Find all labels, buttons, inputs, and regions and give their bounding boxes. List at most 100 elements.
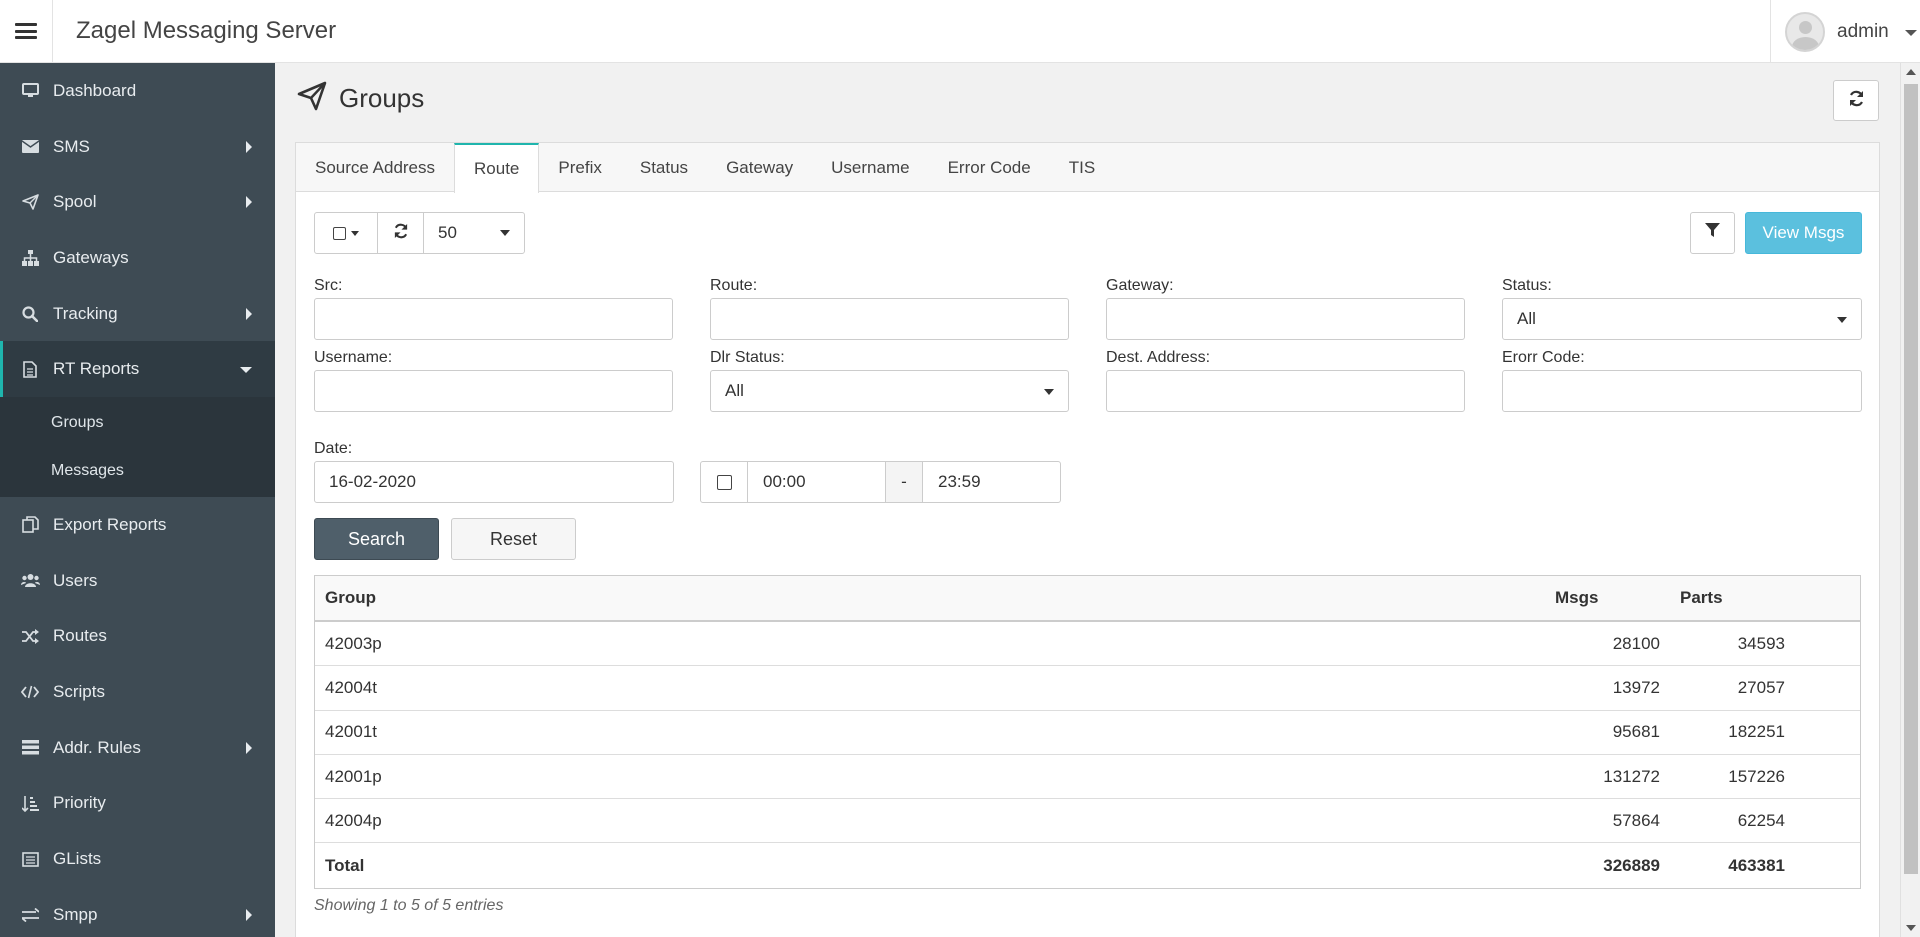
error-code-input[interactable] bbox=[1502, 370, 1862, 412]
gateway-input[interactable] bbox=[1106, 298, 1465, 340]
time-to-input[interactable]: 23:59 bbox=[923, 462, 1060, 502]
cell-total-label: Total bbox=[325, 855, 365, 875]
sidebar: Dashboard SMS Spool Gateways Tracking RT… bbox=[0, 63, 275, 937]
top-navbar: Zagel Messaging Server admin bbox=[0, 0, 1920, 63]
refresh-icon bbox=[1848, 90, 1865, 112]
page-size-select[interactable]: 50 bbox=[424, 213, 524, 253]
sidebar-item-label: Spool bbox=[53, 192, 97, 212]
column-header-msgs[interactable]: Msgs bbox=[1555, 588, 1680, 608]
date-input[interactable]: 16-02-2020 bbox=[314, 461, 674, 503]
sitemap-icon bbox=[20, 248, 40, 268]
username-input[interactable] bbox=[314, 370, 673, 412]
desktop-icon bbox=[20, 81, 40, 101]
chevron-right-icon bbox=[246, 307, 252, 320]
sidebar-item-gateways[interactable]: Gateways bbox=[0, 230, 275, 286]
sidebar-item-dashboard[interactable]: Dashboard bbox=[0, 63, 275, 119]
exchange-icon bbox=[20, 905, 40, 925]
sidebar-item-priority[interactable]: Priority bbox=[0, 776, 275, 832]
status-label: Status: bbox=[1502, 277, 1552, 294]
user-name: admin bbox=[1837, 20, 1889, 42]
cell-total-msgs: 326889 bbox=[1603, 855, 1660, 875]
cell-parts: 182251 bbox=[1728, 722, 1785, 742]
sidebar-item-spool[interactable]: Spool bbox=[0, 174, 275, 230]
view-msgs-button[interactable]: View Msgs bbox=[1745, 212, 1862, 254]
search-icon bbox=[20, 304, 40, 324]
tab-source-address[interactable]: Source Address bbox=[296, 143, 454, 192]
scroll-thumb[interactable] bbox=[1904, 84, 1918, 874]
cell-parts: 157226 bbox=[1728, 766, 1785, 786]
table-row[interactable]: 42001t 95681 182251 bbox=[315, 711, 1860, 755]
time-range-checkbox[interactable] bbox=[701, 462, 748, 502]
search-button[interactable]: Search bbox=[314, 518, 439, 560]
sidebar-item-label: RT Reports bbox=[53, 359, 140, 379]
time-from-input[interactable]: 00:00 bbox=[748, 462, 886, 502]
avatar bbox=[1785, 11, 1825, 52]
scroll-down-icon[interactable] bbox=[1906, 925, 1916, 931]
cell-group: 42004t bbox=[325, 677, 377, 697]
sidebar-item-tracking[interactable]: Tracking bbox=[0, 286, 275, 342]
main-content: Groups Source Address Route Prefix Statu… bbox=[275, 63, 1900, 937]
page-header: Groups bbox=[297, 81, 424, 116]
sort-amount-icon bbox=[20, 793, 40, 813]
user-menu[interactable]: admin bbox=[1770, 0, 1920, 63]
sidebar-item-label: Gateways bbox=[53, 247, 129, 267]
tab-route[interactable]: Route bbox=[454, 143, 540, 193]
table-row[interactable]: 42004p 57864 62254 bbox=[315, 799, 1860, 844]
column-header-group[interactable]: Group bbox=[315, 588, 1555, 608]
page-title: Groups bbox=[339, 83, 425, 113]
route-input[interactable] bbox=[710, 298, 1069, 340]
sidebar-item-addr-rules[interactable]: Addr. Rules bbox=[0, 720, 275, 776]
sidebar-subitem-messages[interactable]: Messages bbox=[0, 447, 275, 495]
refresh-button[interactable] bbox=[1833, 80, 1879, 121]
sidebar-item-label: Smpp bbox=[53, 904, 98, 924]
sidebar-item-routes[interactable]: Routes bbox=[0, 609, 275, 665]
code-icon bbox=[20, 682, 40, 702]
table-row[interactable]: 42003p 28100 34593 bbox=[315, 622, 1860, 667]
username-label: Username: bbox=[314, 349, 393, 366]
dlr-status-select[interactable]: All bbox=[710, 370, 1069, 412]
sidebar-item-glists[interactable]: GLists bbox=[0, 831, 275, 887]
sidebar-item-scripts[interactable]: Scripts bbox=[0, 664, 275, 720]
table-row[interactable]: 42001p 131272 157226 bbox=[315, 755, 1860, 800]
sidebar-item-rt-reports[interactable]: RT Reports bbox=[0, 341, 275, 398]
sidebar-item-label: GLists bbox=[53, 849, 102, 869]
reset-button[interactable]: Reset bbox=[451, 518, 576, 560]
tab-status[interactable]: Status bbox=[621, 143, 707, 192]
sidebar-item-label: Scripts bbox=[53, 682, 105, 702]
gateway-label: Gateway: bbox=[1106, 277, 1174, 294]
column-header-parts[interactable]: Parts bbox=[1680, 588, 1805, 608]
sidebar-item-users[interactable]: Users bbox=[0, 553, 275, 609]
sidebar-item-sms[interactable]: SMS bbox=[0, 119, 275, 175]
dest-address-input[interactable] bbox=[1106, 370, 1465, 412]
dest-address-label: Dest. Address: bbox=[1106, 349, 1211, 366]
tab-username[interactable]: Username bbox=[812, 143, 928, 192]
tab-error-code[interactable]: Error Code bbox=[929, 143, 1050, 192]
chevron-right-icon bbox=[246, 908, 252, 921]
page-size-value: 50 bbox=[438, 223, 457, 242]
sidebar-item-label: Tracking bbox=[53, 303, 118, 323]
sidebar-item-export-reports[interactable]: Export Reports bbox=[0, 497, 275, 553]
tab-tis[interactable]: TIS bbox=[1050, 143, 1114, 192]
filter-button[interactable] bbox=[1690, 212, 1735, 254]
select-all-dropdown[interactable] bbox=[315, 213, 378, 253]
random-icon bbox=[20, 626, 40, 646]
page-scrollbar[interactable] bbox=[1900, 63, 1920, 937]
cell-group: 42004p bbox=[325, 810, 382, 830]
list-icon bbox=[20, 738, 40, 758]
cell-group: 42001t bbox=[325, 722, 377, 742]
cell-msgs: 95681 bbox=[1612, 722, 1660, 742]
table-row[interactable]: 42004t 13972 27057 bbox=[315, 666, 1860, 711]
status-select[interactable]: All bbox=[1502, 298, 1862, 340]
table-header: Group Msgs Parts bbox=[315, 576, 1860, 622]
reload-table-button[interactable] bbox=[378, 213, 424, 253]
cell-msgs: 28100 bbox=[1612, 633, 1660, 653]
src-input[interactable] bbox=[314, 298, 673, 340]
sidebar-item-label: Export Reports bbox=[53, 514, 167, 534]
scroll-up-icon[interactable] bbox=[1906, 69, 1916, 75]
sidebar-toggle-button[interactable] bbox=[0, 0, 53, 63]
tab-gateway[interactable]: Gateway bbox=[707, 143, 812, 192]
filter-icon bbox=[1705, 223, 1720, 243]
sidebar-item-smpp[interactable]: Smpp bbox=[0, 887, 275, 937]
sidebar-subitem-groups[interactable]: Groups bbox=[0, 399, 275, 447]
tab-prefix[interactable]: Prefix bbox=[539, 143, 620, 192]
